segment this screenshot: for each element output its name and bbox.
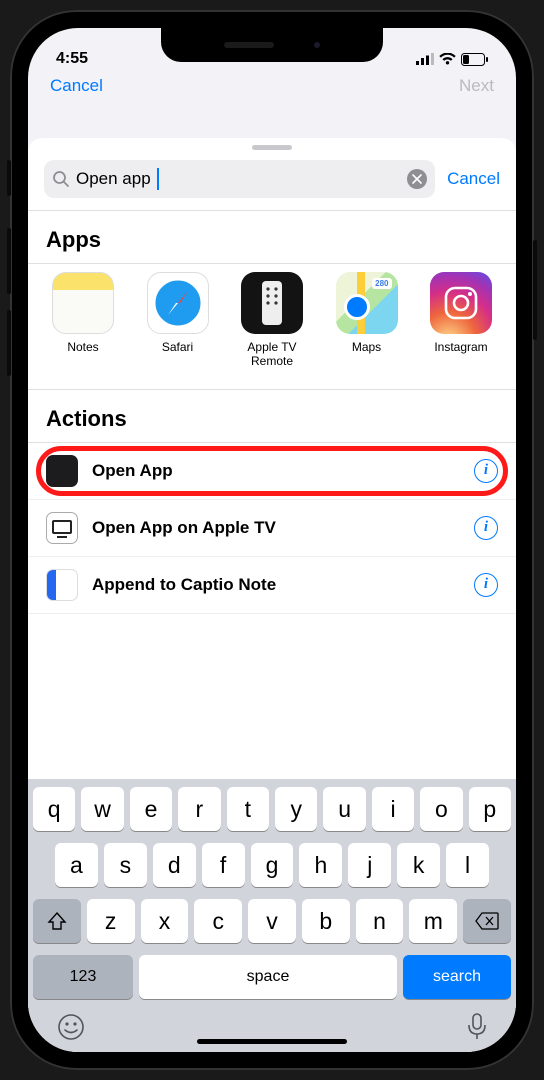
shift-key[interactable]: [33, 899, 81, 943]
battery-icon: [461, 53, 488, 66]
key-d[interactable]: d: [153, 843, 196, 887]
backspace-key[interactable]: [463, 899, 511, 943]
status-time: 4:55: [56, 50, 88, 68]
search-sheet: Open app Cancel Apps Notes: [28, 138, 516, 1052]
app-grid-icon: [46, 455, 78, 487]
key-h[interactable]: h: [299, 843, 342, 887]
key-u[interactable]: u: [323, 787, 365, 831]
action-append-captio[interactable]: Append to Captio Note i: [28, 557, 516, 614]
info-button[interactable]: i: [474, 459, 498, 483]
action-label: Open App: [92, 461, 460, 481]
keyboard-row-4: 123 space search: [33, 955, 511, 999]
bg-cancel: Cancel: [50, 76, 103, 96]
key-t[interactable]: t: [227, 787, 269, 831]
key-r[interactable]: r: [178, 787, 220, 831]
volume-down: [7, 310, 11, 376]
key-b[interactable]: b: [302, 899, 350, 943]
status-indicators: [416, 53, 488, 66]
key-o[interactable]: o: [420, 787, 462, 831]
background-nav: Cancel Next: [28, 76, 516, 96]
key-m[interactable]: m: [409, 899, 457, 943]
keyboard-row-3: z x c v b n m: [33, 899, 511, 943]
shift-icon: [47, 911, 67, 931]
keyboard: q w e r t y u i o p a s d f g h: [28, 779, 516, 1052]
search-key[interactable]: search: [403, 955, 511, 999]
key-j[interactable]: j: [348, 843, 391, 887]
app-label: Instagram: [434, 340, 487, 354]
instagram-icon: [430, 272, 492, 334]
bg-next: Next: [459, 76, 494, 96]
backspace-icon: [475, 912, 499, 930]
info-button[interactable]: i: [474, 573, 498, 597]
app-safari[interactable]: Safari: [137, 272, 219, 369]
power-button: [533, 240, 537, 340]
action-label: Open App on Apple TV: [92, 518, 460, 538]
apple-tv-remote-icon: [241, 272, 303, 334]
key-l[interactable]: l: [446, 843, 489, 887]
key-v[interactable]: v: [248, 899, 296, 943]
search-field[interactable]: Open app: [44, 160, 435, 198]
app-maps[interactable]: 280 Maps: [326, 272, 408, 369]
emoji-button[interactable]: [57, 1013, 85, 1046]
key-y[interactable]: y: [275, 787, 317, 831]
space-key[interactable]: space: [139, 955, 397, 999]
safari-icon: [147, 272, 209, 334]
mute-switch: [7, 160, 11, 196]
actions-list: Open App i Open App on Apple TV i Append…: [28, 442, 516, 614]
notch: [161, 28, 383, 62]
cancel-button[interactable]: Cancel: [447, 169, 500, 189]
key-p[interactable]: p: [469, 787, 511, 831]
volume-up: [7, 228, 11, 294]
key-a[interactable]: a: [55, 843, 98, 887]
text-cursor: [157, 168, 159, 190]
key-n[interactable]: n: [356, 899, 404, 943]
home-indicator[interactable]: [197, 1039, 347, 1044]
app-notes[interactable]: Notes: [42, 272, 124, 369]
numbers-key[interactable]: 123: [33, 955, 133, 999]
search-row: Open app Cancel: [28, 158, 516, 211]
key-w[interactable]: w: [81, 787, 123, 831]
mic-icon: [467, 1013, 487, 1041]
close-icon: [412, 174, 422, 184]
key-i[interactable]: i: [372, 787, 414, 831]
clear-button[interactable]: [407, 169, 427, 189]
apps-header: Apps: [28, 211, 516, 263]
emoji-icon: [57, 1013, 85, 1041]
screen: 4:55 Cancel Next Open app: [28, 28, 516, 1052]
app-instagram[interactable]: Instagram: [420, 272, 502, 369]
phone-frame: 4:55 Cancel Next Open app: [10, 10, 534, 1070]
key-f[interactable]: f: [202, 843, 245, 887]
app-label: Maps: [352, 340, 381, 354]
wifi-icon: [439, 53, 456, 65]
key-q[interactable]: q: [33, 787, 75, 831]
keyboard-row-2: a s d f g h j k l: [33, 843, 511, 887]
app-label: Apple TV Remote: [231, 340, 313, 369]
key-z[interactable]: z: [87, 899, 135, 943]
key-k[interactable]: k: [397, 843, 440, 887]
info-button[interactable]: i: [474, 516, 498, 540]
tv-icon: [46, 512, 78, 544]
sheet-grabber[interactable]: [252, 145, 292, 150]
action-label: Append to Captio Note: [92, 575, 460, 595]
keyboard-row-1: q w e r t y u i o p: [33, 787, 511, 831]
actions-header: Actions: [28, 390, 516, 442]
action-open-app-apple-tv[interactable]: Open App on Apple TV i: [28, 500, 516, 557]
cellular-icon: [416, 53, 434, 65]
key-e[interactable]: e: [130, 787, 172, 831]
dictation-button[interactable]: [467, 1013, 487, 1046]
search-value: Open app: [76, 169, 151, 189]
search-icon: [52, 170, 70, 188]
key-g[interactable]: g: [251, 843, 294, 887]
app-label: Notes: [67, 340, 98, 354]
app-label: Safari: [162, 340, 193, 354]
apps-row: Notes Safari Apple TV Remote 280: [28, 263, 516, 390]
key-x[interactable]: x: [141, 899, 189, 943]
action-open-app[interactable]: Open App i: [28, 443, 516, 500]
key-c[interactable]: c: [194, 899, 242, 943]
key-s[interactable]: s: [104, 843, 147, 887]
maps-icon: 280: [336, 272, 398, 334]
app-apple-tv-remote[interactable]: Apple TV Remote: [231, 272, 313, 369]
captio-icon: [46, 569, 78, 601]
notes-icon: [52, 272, 114, 334]
